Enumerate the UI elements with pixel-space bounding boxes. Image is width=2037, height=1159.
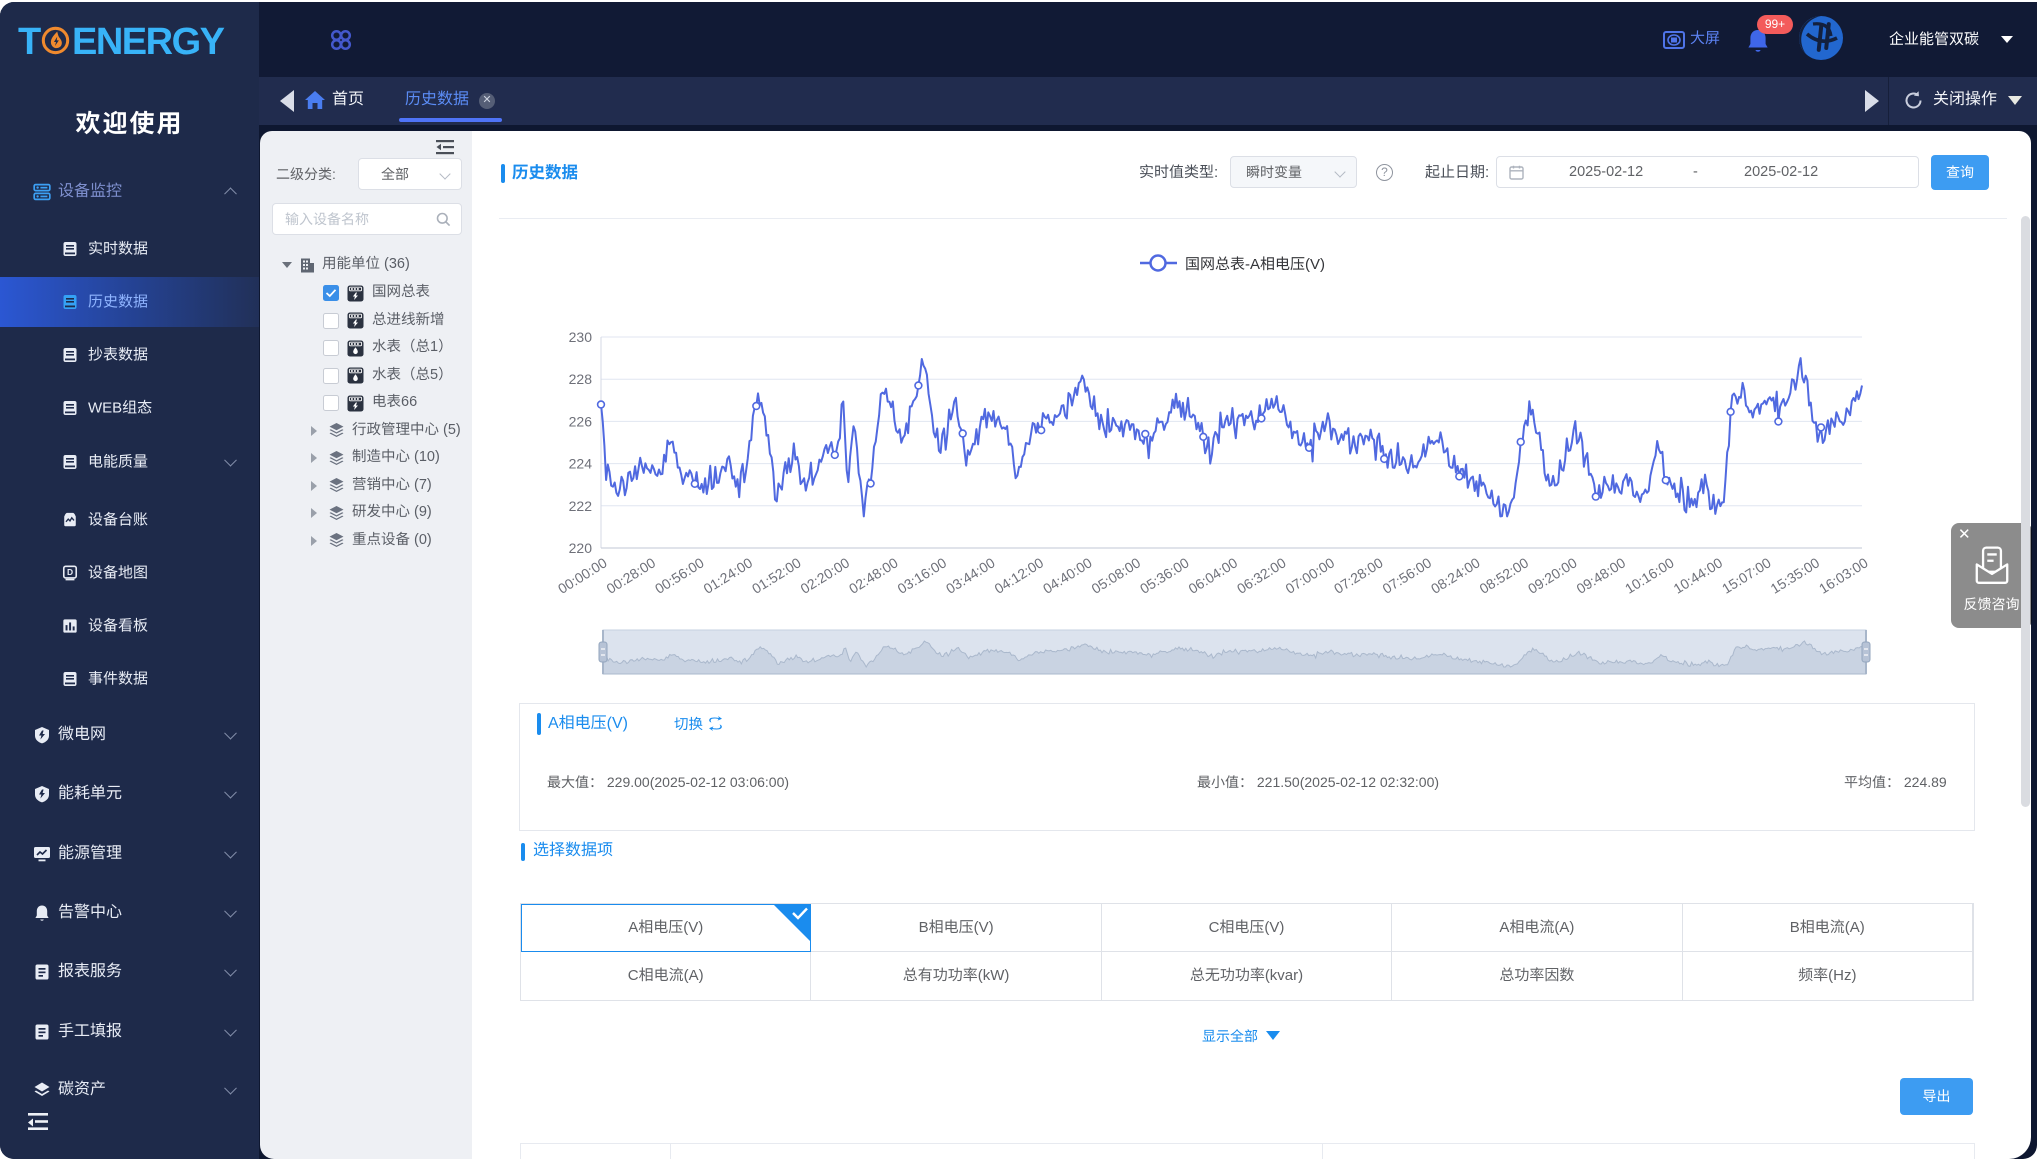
svg-text:D: D [67, 567, 73, 577]
svg-text:222: 222 [569, 498, 593, 514]
svg-text:10:16:00: 10:16:00 [1622, 554, 1677, 597]
svg-text:06:32:00: 06:32:00 [1234, 554, 1289, 597]
svg-text:10:44:00: 10:44:00 [1671, 554, 1726, 597]
svg-text:07:00:00: 07:00:00 [1283, 554, 1338, 597]
svg-text:220: 220 [569, 540, 593, 556]
svg-text:国网总表-A相电压(V): 国网总表-A相电压(V) [1185, 256, 1325, 273]
svg-text:02:20:00: 02:20:00 [798, 554, 853, 597]
svg-text:15:35:00: 15:35:00 [1768, 554, 1823, 597]
svg-text:09:20:00: 09:20:00 [1525, 554, 1580, 597]
svg-text:02:48:00: 02:48:00 [846, 554, 901, 597]
svg-text:230: 230 [569, 329, 593, 345]
svg-text:04:40:00: 04:40:00 [1040, 554, 1095, 597]
svg-text:05:08:00: 05:08:00 [1089, 554, 1144, 597]
svg-text:07:56:00: 07:56:00 [1380, 554, 1435, 597]
svg-text:07:28:00: 07:28:00 [1331, 554, 1386, 597]
svg-text:T: T [18, 21, 41, 63]
svg-text:04:12:00: 04:12:00 [992, 554, 1047, 597]
svg-text:06:04:00: 06:04:00 [1186, 554, 1241, 597]
svg-text:01:52:00: 01:52:00 [749, 554, 804, 597]
svg-text:08:24:00: 08:24:00 [1428, 554, 1483, 597]
svg-text:00:28:00: 00:28:00 [604, 554, 659, 597]
svg-text:01:24:00: 01:24:00 [701, 554, 756, 597]
svg-text:ENERGY: ENERGY [72, 21, 225, 63]
svg-text:03:44:00: 03:44:00 [943, 554, 998, 597]
svg-text:05:36:00: 05:36:00 [1137, 554, 1192, 597]
svg-text:224: 224 [569, 456, 593, 472]
svg-text:15:07:00: 15:07:00 [1719, 554, 1774, 597]
svg-text:03:16:00: 03:16:00 [895, 554, 950, 597]
svg-text:00:56:00: 00:56:00 [652, 554, 707, 597]
svg-text:16:03:00: 16:03:00 [1816, 554, 1871, 597]
svg-text:08:52:00: 08:52:00 [1477, 554, 1532, 597]
svg-text:226: 226 [569, 413, 593, 429]
svg-text:00:00:00: 00:00:00 [555, 554, 610, 597]
svg-text:228: 228 [569, 371, 593, 387]
svg-text:09:48:00: 09:48:00 [1574, 554, 1629, 597]
